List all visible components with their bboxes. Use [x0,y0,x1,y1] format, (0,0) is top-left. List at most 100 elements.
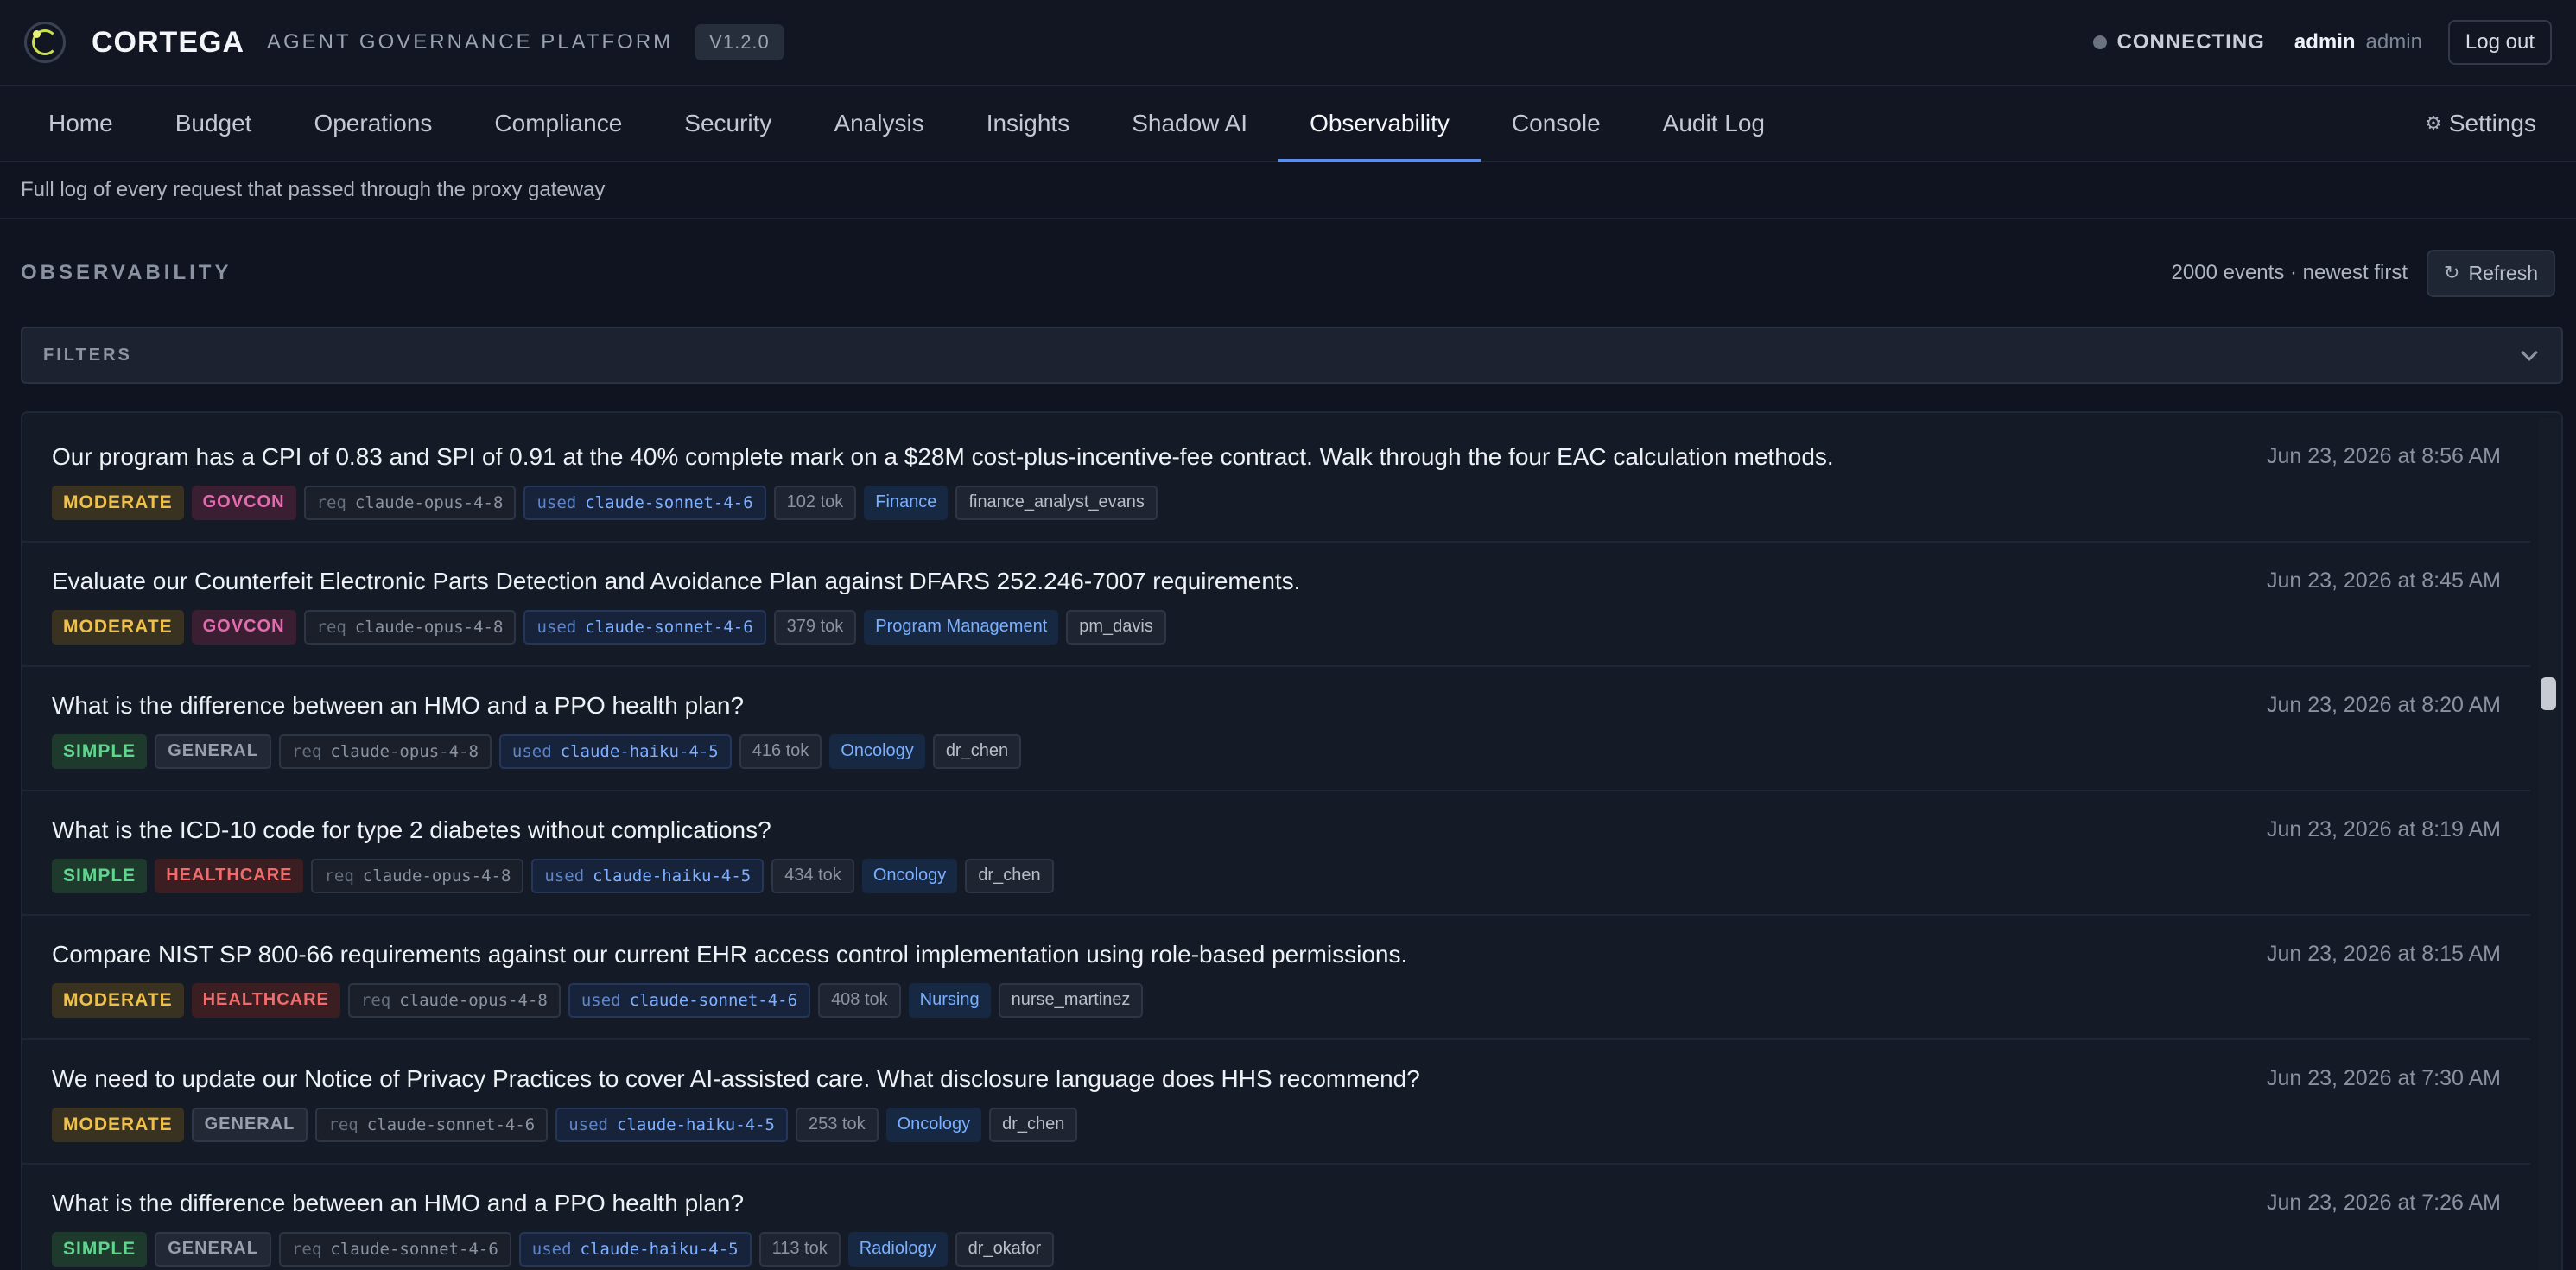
event-prompt: We need to update our Notice of Privacy … [52,1065,1420,1092]
requested-model-badge: req claude-opus-4-8 [303,609,517,645]
user-badge: finance_analyst_evans [955,485,1158,520]
domain-badge: HEALTHCARE [191,982,340,1018]
department-badge: Oncology [861,858,958,893]
requested-label: req [316,617,346,637]
table-row[interactable]: What is the difference between an HMO an… [22,667,2530,791]
token-count-badge: 253 tok [796,1107,879,1142]
requested-label: req [360,990,391,1010]
gear-icon: ⚙ [2425,112,2442,134]
settings-link[interactable]: ⚙ Settings [2425,86,2559,161]
used-model: claude-haiku-4-5 [616,1114,775,1134]
used-model: claude-haiku-4-5 [560,741,719,761]
department-badge: Oncology [885,1107,982,1142]
requested-model-badge: req claude-sonnet-4-6 [278,1231,511,1267]
tab-budget[interactable]: Budget [144,86,283,161]
used-model: claude-sonnet-4-6 [629,990,798,1010]
used-label: used [581,990,621,1010]
tab-operations[interactable]: Operations [282,86,463,161]
domain-badge: GOVCON [191,609,296,645]
domain-badge: GOVCON [191,485,296,520]
user-badge: nurse_martinez [998,982,1144,1018]
requested-label: req [316,492,346,512]
tab-analysis[interactable]: Analysis [803,86,955,161]
used-model-badge: used claude-sonnet-4-6 [568,982,811,1018]
domain-badge: GENERAL [191,1107,308,1142]
event-prompt: Our program has a CPI of 0.83 and SPI of… [52,443,1834,470]
event-timestamp: Jun 23, 2026 at 8:56 AM [2266,444,2501,468]
tab-security[interactable]: Security [653,86,803,161]
complexity-badge: SIMPLE [52,858,148,893]
scrollbar-track[interactable] [2539,418,2558,1270]
requested-model: claude-opus-4-8 [362,866,511,886]
event-timestamp: Jun 23, 2026 at 8:20 AM [2266,693,2501,717]
department-badge: Program Management [864,609,1059,645]
token-count-badge: 434 tok [771,858,854,893]
used-model: claude-haiku-4-5 [580,1239,739,1259]
chevron-down-icon [2521,344,2538,361]
event-prompt: Evaluate our Counterfeit Electronic Part… [52,568,1301,594]
event-prompt: What is the ICD-10 code for type 2 diabe… [52,816,771,843]
department-badge: Finance [864,485,949,520]
table-row[interactable]: Evaluate our Counterfeit Electronic Part… [22,543,2530,667]
department-badge: Nursing [908,982,991,1018]
domain-badge: GENERAL [155,733,271,769]
table-row[interactable]: Our program has a CPI of 0.83 and SPI of… [22,418,2530,543]
requested-label: req [291,1239,322,1259]
logout-button[interactable]: Log out [2447,20,2552,65]
section-header: OBSERVABILITY 2000 events · newest first… [0,219,2576,327]
table-row[interactable]: What is the difference between an HMO an… [22,1165,2530,1270]
refresh-icon: ↻ [2444,262,2460,283]
event-timestamp: Jun 23, 2026 at 7:26 AM [2266,1191,2501,1215]
domain-badge: HEALTHCARE [155,858,304,893]
connection-status-icon [2092,35,2107,49]
table-row[interactable]: Compare NIST SP 800-66 requirements agai… [22,916,2530,1040]
user-badge: dr_chen [965,858,1054,893]
scrollbar-thumb[interactable] [2541,677,2556,710]
used-label: used [544,866,585,886]
domain-badge: GENERAL [155,1231,271,1267]
page-title: OBSERVABILITY [21,261,232,284]
complexity-badge: MODERATE [52,982,184,1018]
tab-observability[interactable]: Observability [1278,86,1481,162]
tab-compliance[interactable]: Compliance [463,86,653,161]
used-model: claude-sonnet-4-6 [585,617,753,637]
used-model-badge: used claude-sonnet-4-6 [523,485,766,520]
requested-model: claude-opus-4-8 [354,617,504,637]
event-prompt: Compare NIST SP 800-66 requirements agai… [52,941,1408,968]
requested-model-badge: req claude-sonnet-4-6 [315,1107,549,1142]
used-model: claude-haiku-4-5 [593,866,752,886]
tab-home[interactable]: Home [17,86,144,161]
table-row[interactable]: We need to update our Notice of Privacy … [22,1040,2530,1165]
event-timestamp: Jun 23, 2026 at 8:45 AM [2266,568,2501,593]
complexity-badge: MODERATE [52,485,184,520]
tab-console[interactable]: Console [1481,86,1632,161]
requested-model-badge: req claude-opus-4-8 [311,858,524,893]
complexity-badge: MODERATE [52,609,184,645]
used-label: used [536,492,577,512]
used-model-badge: used claude-haiku-4-5 [498,733,732,769]
user-badge: pm_davis [1066,609,1166,645]
requested-model-badge: req claude-opus-4-8 [347,982,561,1018]
tab-audit-log[interactable]: Audit Log [1632,86,1796,161]
user-badge: dr_chen [932,733,1022,769]
department-badge: Oncology [829,733,925,769]
token-count-badge: 379 tok [773,609,857,645]
event-timestamp: Jun 23, 2026 at 8:15 AM [2266,942,2501,966]
filters-toggle[interactable]: FILTERS [21,327,2563,384]
tab-insights[interactable]: Insights [955,86,1101,161]
user-badge: dr_okafor [955,1231,1055,1267]
used-model: claude-sonnet-4-6 [585,492,753,512]
connection-status: CONNECTING [2116,30,2265,54]
event-prompt: What is the difference between an HMO an… [52,692,745,719]
refresh-button[interactable]: ↻ Refresh [2427,249,2555,297]
used-label: used [531,1239,572,1259]
used-model-badge: used claude-haiku-4-5 [531,858,765,893]
requested-label: req [328,1114,358,1134]
used-model-badge: used claude-haiku-4-5 [555,1107,788,1142]
main-nav: Home Budget Operations Compliance Securi… [0,86,2576,162]
table-row[interactable]: What is the ICD-10 code for type 2 diabe… [22,791,2530,916]
user-role: admin [2365,30,2422,54]
version-badge: V1.2.0 [695,24,784,60]
used-model-badge: used claude-haiku-4-5 [518,1231,752,1267]
tab-shadow-ai[interactable]: Shadow AI [1101,86,1278,161]
